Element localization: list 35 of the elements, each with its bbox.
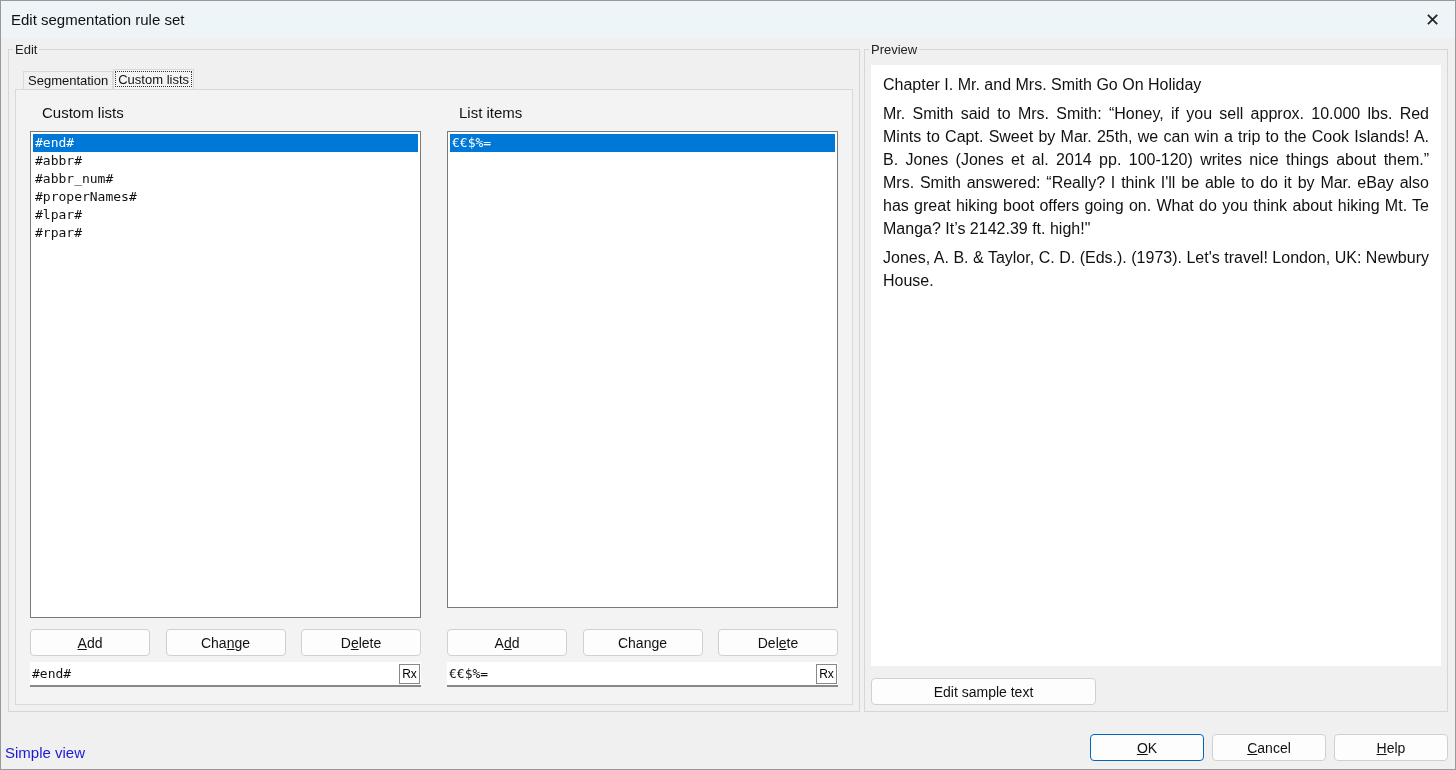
- window-title: Edit segmentation rule set: [11, 11, 185, 28]
- input-field[interactable]: €€$%= Rx: [447, 662, 838, 687]
- list-item[interactable]: #abbr_num#: [33, 170, 418, 188]
- list-button[interactable]: Add: [30, 629, 150, 656]
- list-item[interactable]: #rpar#: [33, 224, 418, 242]
- list-box[interactable]: #end# #abbr# #abbr_num# #properNames# #lpar# #rpar#: [30, 131, 421, 618]
- group-label: Preview: [870, 42, 919, 57]
- list-button[interactable]: Delete: [718, 629, 838, 656]
- dialog-button[interactable]: Cancel: [1212, 734, 1326, 761]
- list-button[interactable]: Delete: [301, 629, 421, 656]
- dialog-button[interactable]: OK: [1090, 734, 1204, 761]
- input-field[interactable]: #end# Rx: [30, 662, 421, 687]
- group-label: Edit: [14, 42, 39, 57]
- list-box[interactable]: €€$%=: [447, 131, 838, 608]
- preview-paragraph: Chapter I. Mr. and Mrs. Smith Go On Holiday: [883, 75, 1203, 95]
- regex-button[interactable]: Rx: [399, 663, 420, 684]
- regex-button[interactable]: Rx: [816, 663, 837, 684]
- simple-view-link[interactable]: Simple view: [5, 744, 86, 761]
- list-item[interactable]: #abbr#: [33, 152, 418, 170]
- list-heading: List items: [459, 104, 524, 121]
- list-button[interactable]: Add: [447, 629, 567, 656]
- edit-sample-button[interactable]: Edit sample text: [871, 678, 1096, 705]
- list-item[interactable]: #end#: [33, 134, 418, 152]
- close-button[interactable]: ✕: [1409, 1, 1455, 38]
- preview-paragraph: Jones, A. B. & Taylor, C. D. (Eds.). (1973). Let's travel! London, UK: Newbury House.: [883, 248, 1429, 291]
- list-button[interactable]: Change: [165, 629, 286, 656]
- list-item[interactable]: #properNames#: [33, 188, 418, 206]
- list-heading: Custom lists: [42, 104, 125, 121]
- list-button[interactable]: Change: [582, 629, 703, 656]
- list-item[interactable]: €€$%=: [450, 134, 835, 152]
- preview-paragraph: Mr. Smith said to Mrs. Smith: “Honey, if you sell approx. 10.000 lbs. Red Mints to Capt. Sweet by Mar. 25th, we can win a trip to the Cook Islands! A. B. Jones (Jones et al. 2014 pp. 100-120) writes nice things about them.” Mrs. Smith answered: “Really? I think I'll be able to do it by Mar. eBay also has great hiking boot offers going on. What do you think about hiking Mt. Te Manga? It’s 2142.39 ft. high!": [883, 104, 1429, 239]
- tab[interactable]: Segmentation: [23, 71, 114, 89]
- dialog-button[interactable]: Help: [1334, 734, 1448, 761]
- list-item[interactable]: #lpar#: [33, 206, 418, 224]
- tab[interactable]: Custom lists: [113, 69, 195, 89]
